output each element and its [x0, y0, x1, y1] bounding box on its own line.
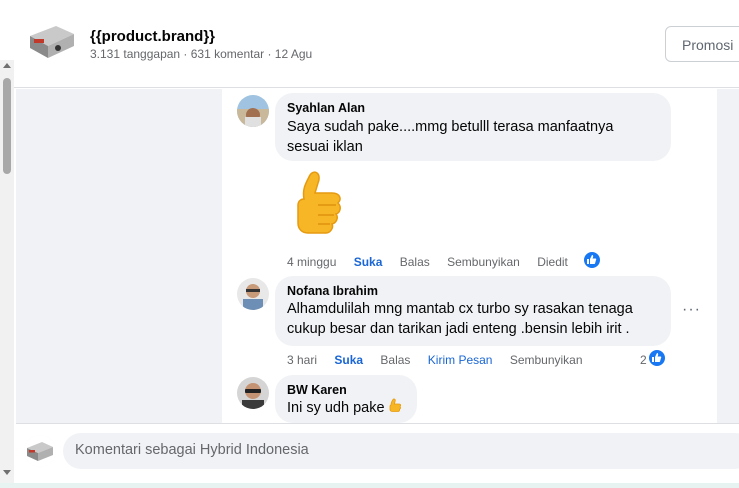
- comment-text-line: Saya sudah pake....mmg betulll terasa ma…: [287, 119, 614, 135]
- comment-input-placeholder: Komentari sebagai Hybrid Indonesia: [75, 442, 309, 458]
- comment-actions: 3 hari Suka Balas Kirim Pesan Sembunyika…: [287, 353, 597, 367]
- like-reaction-icon[interactable]: [648, 349, 666, 367]
- avatar[interactable]: [237, 377, 269, 409]
- reaction-count[interactable]: 2: [640, 353, 647, 367]
- comment-text-line: cukup besar dan tarikan jadi enteng .ben…: [287, 321, 630, 337]
- bottom-strip: [0, 483, 739, 488]
- thumbs-up-emoji-icon: [389, 398, 401, 412]
- scrollbar-thumb[interactable]: [3, 78, 11, 174]
- like-button[interactable]: Suka: [354, 255, 383, 269]
- product-thumbnail[interactable]: [26, 20, 78, 64]
- avatar[interactable]: [237, 278, 269, 310]
- like-button[interactable]: Suka: [334, 353, 363, 367]
- comment-text-line: sesuai iklan: [287, 139, 363, 155]
- more-options-icon[interactable]: ···: [682, 301, 701, 319]
- edited-label[interactable]: Diedit: [537, 255, 568, 269]
- commenter-avatar[interactable]: [24, 435, 56, 467]
- avatar[interactable]: [237, 95, 269, 127]
- reply-button[interactable]: Balas: [380, 353, 410, 367]
- comment-author[interactable]: BW Karen: [287, 383, 405, 397]
- comment-text-line: Alhamdulilah mng mantab cx turbo sy rasa…: [287, 301, 633, 317]
- comment-timestamp[interactable]: 4 minggu: [287, 255, 336, 269]
- send-message-button[interactable]: Kirim Pesan: [428, 353, 493, 367]
- thumbs-up-sticker-icon: [297, 171, 341, 234]
- comment-text: Ini sy udh pake: [287, 400, 385, 416]
- hide-button[interactable]: Sembunyikan: [447, 255, 520, 269]
- like-reaction-icon[interactable]: [583, 251, 601, 269]
- comment-author[interactable]: Nofana Ibrahim: [287, 284, 659, 298]
- comments-list: Syahlan Alan Saya sudah pake....mmg betu…: [222, 89, 717, 423]
- post-brand-title[interactable]: {{product.brand}}: [90, 28, 215, 45]
- promote-button[interactable]: Promosi: [665, 26, 739, 62]
- hide-button[interactable]: Sembunyikan: [510, 353, 583, 367]
- promote-button-label: Promosi: [682, 37, 734, 53]
- comment-bubble: BW Karen Ini sy udh pake: [275, 375, 417, 423]
- scroll-up-icon[interactable]: [3, 63, 11, 68]
- comment-input[interactable]: Komentari sebagai Hybrid Indonesia: [63, 433, 739, 469]
- comment-author[interactable]: Syahlan Alan: [287, 101, 659, 115]
- comment-timestamp[interactable]: 3 hari: [287, 353, 317, 367]
- comment-bubble: Syahlan Alan Saya sudah pake....mmg betu…: [275, 93, 671, 161]
- comment-text-line: Ini sy udh pake: [287, 398, 405, 418]
- post-meta: 3.131 tanggapan · 631 komentar · 12 Agu: [90, 47, 313, 61]
- scroll-down-icon[interactable]: [3, 470, 11, 475]
- reply-button[interactable]: Balas: [400, 255, 430, 269]
- comment-bubble: Nofana Ibrahim Alhamdulilah mng mantab c…: [275, 276, 671, 346]
- comment-actions: 4 minggu Suka Balas Sembunyikan Diedit: [287, 255, 582, 269]
